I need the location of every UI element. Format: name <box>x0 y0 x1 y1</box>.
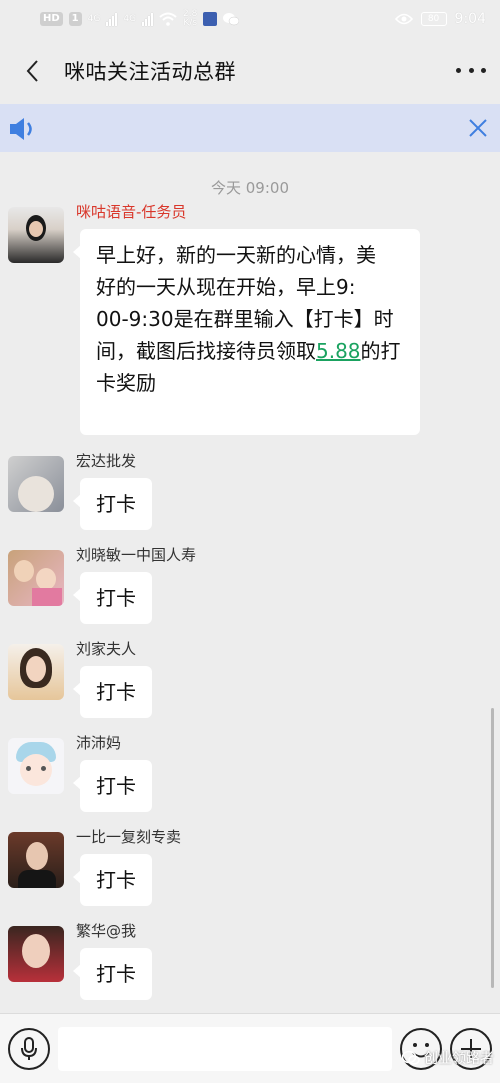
watermark-text: 创业领路者 <box>424 1051 494 1067</box>
status-left: HD 1 4G 4G 2.8 K/s <box>40 10 240 28</box>
watermark: 创业领路者 <box>402 1048 494 1068</box>
eye-icon <box>394 13 413 25</box>
chat-message: 一比一复刻专卖 打卡 <box>8 828 488 908</box>
message-bubble[interactable]: 打卡 <box>73 854 152 906</box>
avatar[interactable] <box>8 832 64 888</box>
message-bubble[interactable]: 打卡 <box>73 572 152 624</box>
amount-link[interactable]: 5.88 <box>316 339 361 363</box>
chat-message: 刘家夫人 打卡 <box>8 640 488 720</box>
scrollbar[interactable] <box>491 708 494 988</box>
sender-name: 宏达批发 <box>76 452 137 470</box>
sender-name: 繁华@我 <box>76 922 137 940</box>
hd-badge: HD <box>40 12 63 26</box>
message-text: 的打 <box>360 339 401 363</box>
back-button[interactable] <box>0 38 64 104</box>
message-bubble[interactable]: 早上好，新的一天新的心情，美 好的一天从现在开始，早上9: 00-9:30是在群… <box>73 229 420 435</box>
message-bubble[interactable]: 打卡 <box>73 948 152 1000</box>
avatar[interactable] <box>8 644 64 700</box>
sender-name: 刘家夫人 <box>76 640 137 658</box>
voice-button[interactable] <box>8 1028 50 1070</box>
message-line: 卡奖励 <box>96 371 156 395</box>
time-divider: 今天 09:00 <box>211 179 289 197</box>
message-input[interactable] <box>58 1027 392 1071</box>
avatar[interactable] <box>8 738 64 794</box>
battery-icon: 80 <box>420 12 447 26</box>
wechat-notification-icon <box>223 13 240 26</box>
status-right: 80 9:04 <box>394 11 486 27</box>
signal-icon-1 <box>106 12 118 26</box>
message-line: 间，截图后找接待员领取5.88的打 <box>96 335 404 367</box>
avatar[interactable] <box>8 926 64 982</box>
wifi-icon <box>159 12 177 26</box>
back-arrow-icon <box>26 60 38 82</box>
wechat-logo-icon <box>402 1050 420 1065</box>
net-4g-1: 4G <box>87 13 101 24</box>
sender-name: 一比一复刻专卖 <box>76 828 182 846</box>
avatar[interactable] <box>8 456 64 512</box>
avatar[interactable] <box>8 207 64 263</box>
message-bubble[interactable]: 打卡 <box>73 666 152 718</box>
net-speed-unit: K/s <box>183 18 198 28</box>
notice-bar[interactable] <box>0 104 500 152</box>
message-line: 早上好，新的一天新的心情，美 <box>96 243 376 267</box>
chat-message: 咪咕语音-任务员 早上好，新的一天新的心情，美 好的一天从现在开始，早上9: 0… <box>8 203 488 439</box>
sim-badge: 1 <box>68 12 82 26</box>
chat-message: 刘晓敏一中国人寿 打卡 <box>8 546 488 626</box>
more-dots-icon[interactable] <box>456 60 486 80</box>
message-bubble[interactable]: 打卡 <box>73 478 152 530</box>
chat-header: 咪咕关注活动总群 <box>0 38 500 104</box>
chat-message: 沛沛妈 打卡 <box>8 734 488 814</box>
speaker-icon <box>10 118 32 140</box>
message-text: 间，截图后找接待员领取 <box>96 339 316 363</box>
avatar[interactable] <box>8 550 64 606</box>
net-speed: 2.8 K/s <box>183 10 197 28</box>
signal-icon-2 <box>142 12 154 26</box>
close-icon[interactable] <box>468 118 488 138</box>
message-line: 00-9:30是在群里输入【打卡】时 <box>96 307 394 331</box>
voice-icon <box>21 1037 37 1060</box>
chat-message: 宏达批发 打卡 <box>8 452 488 532</box>
clock: 9:04 <box>454 11 486 27</box>
message-bubble[interactable]: 打卡 <box>73 760 152 812</box>
app-notification-icon <box>203 12 218 26</box>
sender-name: 咪咕语音-任务员 <box>76 203 187 221</box>
chat-title: 咪咕关注活动总群 <box>64 60 236 84</box>
status-bar: HD 1 4G 4G 2.8 K/s 80 9:04 <box>0 0 500 38</box>
net-4g-2: 4G <box>123 13 137 24</box>
message-line: 好的一天从现在开始，早上9: <box>96 275 356 299</box>
sender-name: 沛沛妈 <box>76 734 122 752</box>
sender-name: 刘晓敏一中国人寿 <box>76 546 197 564</box>
chat-message: 繁华@我 打卡 <box>8 922 488 1002</box>
